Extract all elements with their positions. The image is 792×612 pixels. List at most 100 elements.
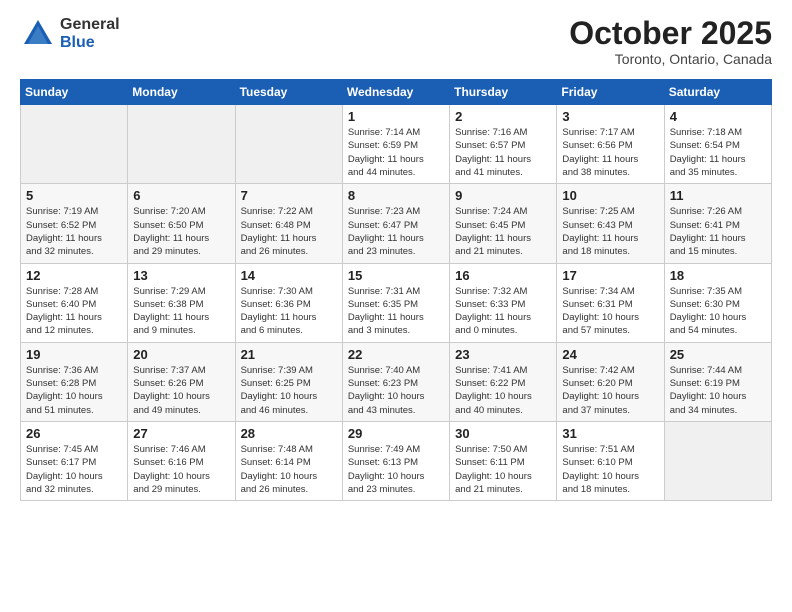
day-info: Sunrise: 7:36 AM Sunset: 6:28 PM Dayligh…: [26, 364, 122, 417]
day-info: Sunrise: 7:31 AM Sunset: 6:35 PM Dayligh…: [348, 285, 444, 338]
day-cell-21: 21 Sunrise: 7:39 AM Sunset: 6:25 PM Dayli…: [235, 342, 342, 421]
day-number: 15: [348, 268, 444, 283]
day-info: Sunrise: 7:51 AM Sunset: 6:10 PM Dayligh…: [562, 443, 658, 496]
day-number: 5: [26, 188, 122, 203]
day-info: Sunrise: 7:45 AM Sunset: 6:17 PM Dayligh…: [26, 443, 122, 496]
day-number: 31: [562, 426, 658, 441]
day-cell-30: 30 Sunrise: 7:50 AM Sunset: 6:11 PM Dayli…: [450, 421, 557, 500]
day-cell-12: 12 Sunrise: 7:28 AM Sunset: 6:40 PM Dayli…: [21, 263, 128, 342]
day-info: Sunrise: 7:17 AM Sunset: 6:56 PM Dayligh…: [562, 126, 658, 179]
day-info: Sunrise: 7:37 AM Sunset: 6:26 PM Dayligh…: [133, 364, 229, 417]
day-cell-6: 6Sunrise: 7:20 AM Sunset: 6:50 PM Daylig…: [128, 184, 235, 263]
weekday-header-saturday: Saturday: [664, 80, 771, 105]
day-info: Sunrise: 7:19 AM Sunset: 6:52 PM Dayligh…: [26, 205, 122, 258]
day-number: 4: [670, 109, 766, 124]
day-info: Sunrise: 7:41 AM Sunset: 6:22 PM Dayligh…: [455, 364, 551, 417]
day-info: Sunrise: 7:23 AM Sunset: 6:47 PM Dayligh…: [348, 205, 444, 258]
day-number: 11: [670, 188, 766, 203]
day-number: 10: [562, 188, 658, 203]
day-info: Sunrise: 7:34 AM Sunset: 6:31 PM Dayligh…: [562, 285, 658, 338]
logo-general-text: General: [60, 16, 120, 34]
day-number: 2: [455, 109, 551, 124]
title-block: October 2025 Toronto, Ontario, Canada: [569, 16, 772, 67]
week-row-1: 1 Sunrise: 7:14 AM Sunset: 6:59 PM Daylig…: [21, 105, 772, 184]
day-info: Sunrise: 7:44 AM Sunset: 6:19 PM Dayligh…: [670, 364, 766, 417]
day-info: Sunrise: 7:49 AM Sunset: 6:13 PM Dayligh…: [348, 443, 444, 496]
day-number: 24: [562, 347, 658, 362]
day-cell-3: 3Sunrise: 7:17 AM Sunset: 6:56 PM Daylig…: [557, 105, 664, 184]
day-cell-24: 24 Sunrise: 7:42 AM Sunset: 6:20 PM Dayli…: [557, 342, 664, 421]
day-info: Sunrise: 7:24 AM Sunset: 6:45 PM Dayligh…: [455, 205, 551, 258]
day-info: Sunrise: 7:22 AM Sunset: 6:48 PM Dayligh…: [241, 205, 337, 258]
day-cell-2: 2Sunrise: 7:16 AM Sunset: 6:57 PM Daylig…: [450, 105, 557, 184]
day-cell-26: 26Sunrise: 7:45 AM Sunset: 6:17 PM Dayli…: [21, 421, 128, 500]
day-cell-29: 29Sunrise: 7:49 AM Sunset: 6:13 PM Dayli…: [342, 421, 449, 500]
day-number: 27: [133, 426, 229, 441]
day-number: 20: [133, 347, 229, 362]
day-number: 8: [348, 188, 444, 203]
weekday-header-wednesday: Wednesday: [342, 80, 449, 105]
day-cell-14: 14 Sunrise: 7:30 AM Sunset: 6:36 PM Dayli…: [235, 263, 342, 342]
day-info: Sunrise: 7:18 AM Sunset: 6:54 PM Dayligh…: [670, 126, 766, 179]
day-info: Sunrise: 7:42 AM Sunset: 6:20 PM Dayligh…: [562, 364, 658, 417]
day-cell-19: 19Sunrise: 7:36 AM Sunset: 6:28 PM Dayli…: [21, 342, 128, 421]
day-number: 22: [348, 347, 444, 362]
day-cell-1: 1 Sunrise: 7:14 AM Sunset: 6:59 PM Daylig…: [342, 105, 449, 184]
day-number: 7: [241, 188, 337, 203]
day-number: 17: [562, 268, 658, 283]
day-cell-27: 27 Sunrise: 7:46 AM Sunset: 6:16 PM Dayli…: [128, 421, 235, 500]
day-number: 30: [455, 426, 551, 441]
day-number: 14: [241, 268, 337, 283]
day-number: 23: [455, 347, 551, 362]
day-info: Sunrise: 7:30 AM Sunset: 6:36 PM Dayligh…: [241, 285, 337, 338]
day-cell-10: 10 Sunrise: 7:25 AM Sunset: 6:43 PM Dayli…: [557, 184, 664, 263]
day-info: Sunrise: 7:20 AM Sunset: 6:50 PM Dayligh…: [133, 205, 229, 258]
day-cell-11: 11 Sunrise: 7:26 AM Sunset: 6:41 PM Dayli…: [664, 184, 771, 263]
empty-cell: [235, 105, 342, 184]
day-cell-4: 4 Sunrise: 7:18 AM Sunset: 6:54 PM Daylig…: [664, 105, 771, 184]
location: Toronto, Ontario, Canada: [569, 51, 772, 67]
day-info: Sunrise: 7:50 AM Sunset: 6:11 PM Dayligh…: [455, 443, 551, 496]
day-info: Sunrise: 7:39 AM Sunset: 6:25 PM Dayligh…: [241, 364, 337, 417]
logo-blue-text: Blue: [60, 34, 120, 52]
header: General Blue October 2025 Toronto, Ontar…: [20, 16, 772, 67]
week-row-5: 26Sunrise: 7:45 AM Sunset: 6:17 PM Dayli…: [21, 421, 772, 500]
day-number: 9: [455, 188, 551, 203]
weekday-header-monday: Monday: [128, 80, 235, 105]
day-cell-31: 31 Sunrise: 7:51 AM Sunset: 6:10 PM Dayli…: [557, 421, 664, 500]
day-cell-28: 28 Sunrise: 7:48 AM Sunset: 6:14 PM Dayli…: [235, 421, 342, 500]
day-cell-20: 20 Sunrise: 7:37 AM Sunset: 6:26 PM Dayli…: [128, 342, 235, 421]
day-number: 12: [26, 268, 122, 283]
day-cell-15: 15 Sunrise: 7:31 AM Sunset: 6:35 PM Dayli…: [342, 263, 449, 342]
day-info: Sunrise: 7:32 AM Sunset: 6:33 PM Dayligh…: [455, 285, 551, 338]
day-cell-7: 7 Sunrise: 7:22 AM Sunset: 6:48 PM Daylig…: [235, 184, 342, 263]
day-info: Sunrise: 7:28 AM Sunset: 6:40 PM Dayligh…: [26, 285, 122, 338]
day-info: Sunrise: 7:25 AM Sunset: 6:43 PM Dayligh…: [562, 205, 658, 258]
day-number: 21: [241, 347, 337, 362]
day-cell-25: 25Sunrise: 7:44 AM Sunset: 6:19 PM Dayli…: [664, 342, 771, 421]
day-info: Sunrise: 7:14 AM Sunset: 6:59 PM Dayligh…: [348, 126, 444, 179]
day-info: Sunrise: 7:48 AM Sunset: 6:14 PM Dayligh…: [241, 443, 337, 496]
empty-cell: [21, 105, 128, 184]
weekday-header-tuesday: Tuesday: [235, 80, 342, 105]
day-cell-22: 22Sunrise: 7:40 AM Sunset: 6:23 PM Dayli…: [342, 342, 449, 421]
day-number: 13: [133, 268, 229, 283]
week-row-2: 5 Sunrise: 7:19 AM Sunset: 6:52 PM Daylig…: [21, 184, 772, 263]
weekday-header-friday: Friday: [557, 80, 664, 105]
day-number: 1: [348, 109, 444, 124]
logo: General Blue: [20, 16, 120, 52]
day-cell-23: 23 Sunrise: 7:41 AM Sunset: 6:22 PM Dayli…: [450, 342, 557, 421]
day-cell-9: 9 Sunrise: 7:24 AM Sunset: 6:45 PM Daylig…: [450, 184, 557, 263]
day-info: Sunrise: 7:26 AM Sunset: 6:41 PM Dayligh…: [670, 205, 766, 258]
logo-text: General Blue: [60, 16, 120, 51]
day-cell-5: 5 Sunrise: 7:19 AM Sunset: 6:52 PM Daylig…: [21, 184, 128, 263]
day-info: Sunrise: 7:46 AM Sunset: 6:16 PM Dayligh…: [133, 443, 229, 496]
weekday-header-row: SundayMondayTuesdayWednesdayThursdayFrid…: [21, 80, 772, 105]
calendar: SundayMondayTuesdayWednesdayThursdayFrid…: [20, 79, 772, 501]
day-number: 18: [670, 268, 766, 283]
day-cell-8: 8 Sunrise: 7:23 AM Sunset: 6:47 PM Daylig…: [342, 184, 449, 263]
week-row-4: 19Sunrise: 7:36 AM Sunset: 6:28 PM Dayli…: [21, 342, 772, 421]
day-info: Sunrise: 7:35 AM Sunset: 6:30 PM Dayligh…: [670, 285, 766, 338]
day-number: 28: [241, 426, 337, 441]
day-cell-13: 13Sunrise: 7:29 AM Sunset: 6:38 PM Dayli…: [128, 263, 235, 342]
